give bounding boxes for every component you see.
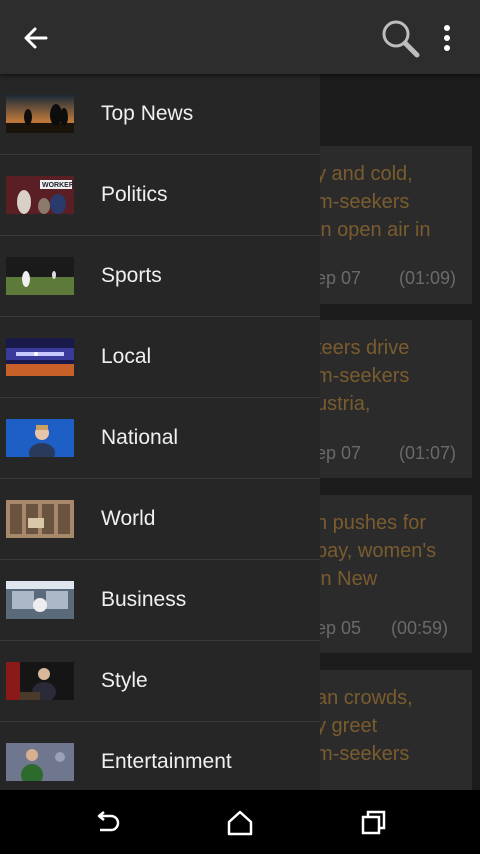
arrow-back-icon[interactable]	[18, 20, 54, 56]
system-navigation-bar	[0, 790, 480, 854]
story-headline: an crowds, y greet m-seekers	[316, 687, 413, 765]
drawer-item-entertainment[interactable]: Entertainment	[0, 722, 320, 790]
story-card[interactable]: y and cold, m-seekers in open air in ep …	[296, 146, 472, 304]
story-card[interactable]: n pushes for pay, women's in New ep 05 (…	[296, 495, 472, 653]
drawer-item-top-news[interactable]: Top News	[0, 74, 320, 155]
drawer-item-business[interactable]: Business	[0, 560, 320, 641]
drawer-item-style[interactable]: Style	[0, 641, 320, 722]
search-icon[interactable]	[378, 16, 422, 60]
seated-speaker-thumbnail	[6, 662, 74, 700]
drawer-item-local[interactable]: Local	[0, 317, 320, 398]
drawer-item-sports[interactable]: Sports	[0, 236, 320, 317]
drawer-item-politics[interactable]: WORKERS Politics	[0, 155, 320, 236]
drawer-item-label: World	[101, 507, 156, 530]
story-headline: n pushes for pay, women's in New	[316, 512, 437, 590]
nav-back-icon[interactable]	[90, 806, 124, 840]
svg-text:WORKERS: WORKERS	[42, 182, 74, 189]
building-facade-thumbnail	[6, 500, 74, 538]
sunset-people-thumbnail	[6, 95, 74, 133]
office-interior-thumbnail	[6, 581, 74, 619]
drawer-item-label: Politics	[101, 183, 168, 206]
workers-rally-thumbnail: WORKERS	[6, 176, 74, 214]
drawer-item-label: Local	[101, 345, 152, 368]
red-carpet-thumbnail	[6, 743, 74, 781]
more-vert-icon[interactable]	[432, 20, 462, 56]
story-card[interactable]: teers drive m-seekers ustria, ep 07 (01:…	[296, 320, 472, 478]
drawer-item-label: Top News	[101, 102, 194, 125]
story-headline: teers drive m-seekers ustria,	[316, 337, 410, 415]
drawer-item-label: Style	[101, 669, 148, 692]
city-stage-thumbnail	[6, 338, 74, 376]
story-card[interactable]: an crowds, y greet m-seekers	[296, 670, 472, 790]
home-icon[interactable]	[223, 806, 257, 840]
drawer-item-label: Entertainment	[101, 750, 232, 773]
speaker-blue-background-thumbnail	[6, 419, 74, 457]
story-duration: (01:07)	[398, 443, 456, 463]
drawer-item-world[interactable]: World	[0, 479, 320, 560]
drawer-item-label: National	[101, 426, 179, 449]
story-duration: (00:59)	[390, 618, 448, 638]
recent-apps-icon[interactable]	[356, 806, 390, 840]
navigation-drawer: Top News WORKERS Politics Sports	[0, 74, 320, 790]
baseball-field-thumbnail	[6, 257, 74, 295]
drawer-item-label: Business	[101, 588, 187, 611]
drawer-item-national[interactable]: National	[0, 398, 320, 479]
story-headline: y and cold, m-seekers in open air in	[316, 163, 431, 241]
app-toolbar	[0, 0, 480, 74]
drawer-item-label: Sports	[101, 264, 162, 287]
story-duration: (01:09)	[398, 268, 456, 288]
